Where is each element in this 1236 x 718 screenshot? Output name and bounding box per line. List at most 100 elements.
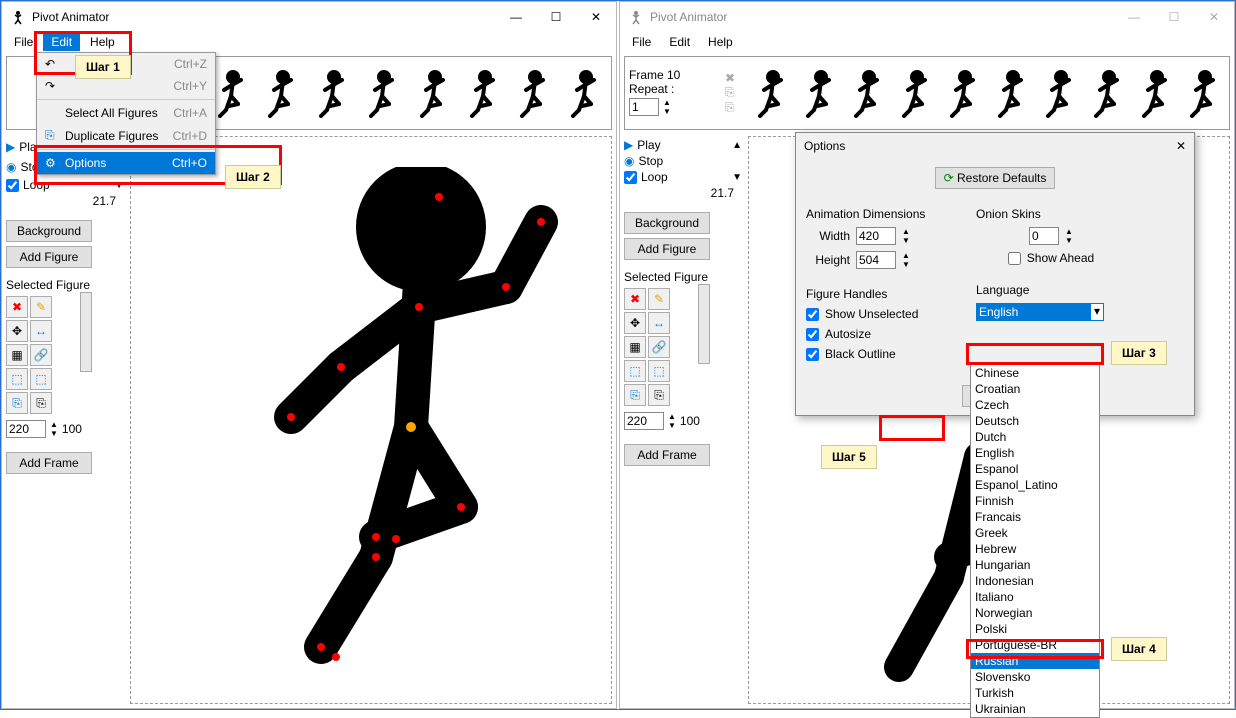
restore-defaults-button[interactable]: ⟳ Restore Defaults — [935, 167, 1056, 189]
lang-option[interactable]: Ukrainian — [971, 701, 1099, 717]
lang-option[interactable]: Indonesian — [971, 573, 1099, 589]
delete-icon[interactable]: ✖ — [624, 288, 646, 310]
frame-thumb[interactable] — [258, 63, 304, 123]
black-outline-checkbox[interactable] — [806, 348, 819, 361]
frame-thumb[interactable] — [1181, 63, 1225, 123]
lang-option[interactable]: Norwegian — [971, 605, 1099, 621]
frame-thumb[interactable] — [1037, 63, 1081, 123]
frame-thumb[interactable] — [460, 63, 506, 123]
lang-option[interactable]: Francais — [971, 509, 1099, 525]
frame-thumb[interactable] — [845, 63, 889, 123]
add-figure-button[interactable]: Add Figure — [624, 238, 710, 260]
autosize-checkbox[interactable] — [806, 328, 819, 341]
copy-icon[interactable]: ⎘ — [624, 384, 646, 406]
canvas-left[interactable] — [130, 136, 612, 704]
lang-option[interactable]: Polski — [971, 621, 1099, 637]
lang-option[interactable]: Greek — [971, 525, 1099, 541]
raise-icon[interactable]: ⬚ — [6, 368, 28, 390]
close-button[interactable]: ✕ — [576, 3, 616, 31]
color-icon[interactable]: ▦ — [6, 344, 28, 366]
menu-help[interactable]: Help — [82, 33, 123, 51]
frame-thumb[interactable] — [749, 63, 793, 123]
maximize-button[interactable]: ☐ — [1154, 3, 1194, 31]
onion-input[interactable] — [1029, 227, 1059, 245]
minimize-button[interactable]: — — [1114, 3, 1154, 31]
frame-thumb[interactable] — [510, 63, 556, 123]
lang-option[interactable]: Czech — [971, 397, 1099, 413]
paste-icon[interactable]: ⎘ — [648, 384, 670, 406]
show-unselected-checkbox[interactable] — [806, 308, 819, 321]
frame-thumb[interactable] — [1133, 63, 1177, 123]
menu-file[interactable]: File — [624, 33, 659, 51]
frame-thumb[interactable] — [1085, 63, 1129, 123]
background-button[interactable]: Background — [6, 220, 92, 242]
menu-file[interactable]: File — [6, 33, 41, 51]
lang-option[interactable]: Dutch — [971, 429, 1099, 445]
lang-option[interactable]: Turkish — [971, 685, 1099, 701]
loop-checkbox[interactable] — [6, 179, 19, 192]
size-input[interactable] — [624, 412, 664, 430]
dialog-close-icon[interactable]: ✕ — [1176, 139, 1186, 153]
paste-frame-icon[interactable]: ⎘ — [725, 100, 743, 115]
frame-thumb[interactable] — [309, 63, 355, 123]
frame-thumb[interactable] — [797, 63, 841, 123]
frame-thumb[interactable] — [989, 63, 1033, 123]
add-frame-button[interactable]: Add Frame — [624, 444, 710, 466]
lower-icon[interactable]: ⬚ — [648, 360, 670, 382]
add-frame-button[interactable]: Add Frame — [6, 452, 92, 474]
frame-thumb[interactable] — [409, 63, 455, 123]
height-input[interactable] — [856, 251, 896, 269]
play-button[interactable]: Play — [637, 138, 660, 152]
copy-icon[interactable]: ⎘ — [6, 392, 28, 414]
join-icon[interactable]: 🔗 — [648, 336, 670, 358]
flip-icon[interactable]: ↔ — [30, 320, 52, 342]
maximize-button[interactable]: ☐ — [536, 3, 576, 31]
paste-icon[interactable]: ⎘ — [30, 392, 52, 414]
edit-icon[interactable]: ✎ — [30, 296, 52, 318]
menu-options[interactable]: ⚙OptionsCtrl+O — [37, 152, 215, 174]
minimize-button[interactable]: — — [496, 3, 536, 31]
join-icon[interactable]: 🔗 — [30, 344, 52, 366]
raise-icon[interactable]: ⬚ — [624, 360, 646, 382]
width-input[interactable] — [856, 227, 896, 245]
flip-icon[interactable]: ↔ — [648, 312, 670, 334]
menu-duplicate[interactable]: ⎘Duplicate FiguresCtrl+D — [37, 124, 215, 147]
show-ahead-checkbox[interactable] — [1008, 252, 1021, 265]
opacity-slider[interactable] — [80, 292, 92, 372]
menu-select-all[interactable]: Select All FiguresCtrl+A — [37, 102, 215, 124]
frame-thumb[interactable] — [359, 63, 405, 123]
center-icon[interactable]: ✥ — [6, 320, 28, 342]
background-button[interactable]: Background — [624, 212, 710, 234]
color-icon[interactable]: ▦ — [624, 336, 646, 358]
center-icon[interactable]: ✥ — [624, 312, 646, 334]
lang-option[interactable]: Deutsch — [971, 413, 1099, 429]
language-dropdown-list[interactable]: ChineseCroatianCzechDeutschDutchEnglishE… — [970, 364, 1100, 718]
lang-option[interactable]: Finnish — [971, 493, 1099, 509]
close-button[interactable]: ✕ — [1194, 3, 1234, 31]
copy-frame-icon[interactable]: ⎘ — [725, 85, 743, 100]
lang-option[interactable]: Russian — [971, 653, 1099, 669]
size-input[interactable] — [6, 420, 46, 438]
menu-edit[interactable]: Edit — [661, 33, 698, 51]
add-figure-button[interactable]: Add Figure — [6, 246, 92, 268]
loop-checkbox[interactable] — [624, 171, 637, 184]
lang-option[interactable]: Italiano — [971, 589, 1099, 605]
lang-option[interactable]: Espanol_Latino — [971, 477, 1099, 493]
lang-option[interactable]: Chinese — [971, 365, 1099, 381]
opacity-slider[interactable] — [698, 284, 710, 364]
frame-thumb[interactable] — [941, 63, 985, 123]
lower-icon[interactable]: ⬚ — [30, 368, 52, 390]
lang-option[interactable]: Hungarian — [971, 557, 1099, 573]
lang-option[interactable]: English — [971, 445, 1099, 461]
delete-icon[interactable]: ✖ — [6, 296, 28, 318]
lang-option[interactable]: Slovensko — [971, 669, 1099, 685]
frame-thumb[interactable] — [893, 63, 937, 123]
lang-option[interactable]: Espanol — [971, 461, 1099, 477]
delete-frame-icon[interactable]: ✖ — [725, 71, 743, 85]
repeat-input[interactable] — [629, 98, 659, 116]
menu-help[interactable]: Help — [700, 33, 741, 51]
language-select[interactable]: English ▾ — [976, 303, 1104, 321]
edit-icon[interactable]: ✎ — [648, 288, 670, 310]
frame-thumb[interactable] — [561, 63, 607, 123]
lang-option[interactable]: Croatian — [971, 381, 1099, 397]
